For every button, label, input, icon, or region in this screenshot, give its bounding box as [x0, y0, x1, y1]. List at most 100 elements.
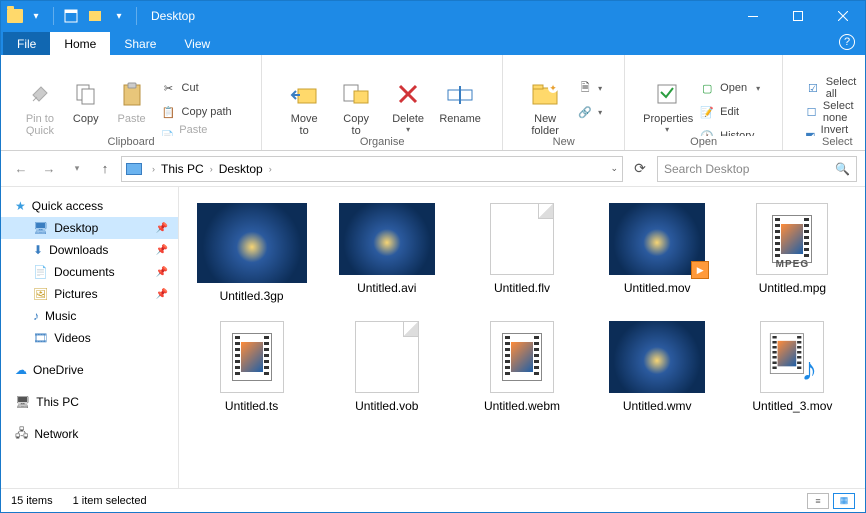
- file-label: Untitled.webm: [459, 399, 584, 413]
- file-label: Untitled.vob: [324, 399, 449, 413]
- view-details-button[interactable]: ≡: [807, 493, 829, 509]
- navigation-pane: ★Quick access 🖥Desktop📌⬇Downloads📌📄Docum…: [1, 187, 179, 488]
- cloud-icon: ☁: [15, 363, 27, 377]
- copy-button[interactable]: Copy: [65, 75, 107, 125]
- file-item[interactable]: ♪Untitled_3.mov: [730, 321, 855, 413]
- monitor-icon: 🖥: [33, 221, 48, 235]
- body: ★Quick access 🖥Desktop📌⬇Downloads📌📄Docum…: [1, 187, 865, 488]
- nav-item-documents[interactable]: 📄Documents📌: [1, 261, 178, 283]
- document-icon: 📄: [33, 265, 48, 279]
- play-icon: ▶: [691, 261, 709, 279]
- selectnone-button[interactable]: ☐Select none: [801, 101, 866, 123]
- minimize-button[interactable]: [730, 1, 775, 31]
- qat-dropdown[interactable]: ▾: [25, 5, 47, 27]
- file-label: Untitled.flv: [459, 281, 584, 295]
- nav-item-desktop[interactable]: 🖥Desktop📌: [1, 217, 178, 239]
- qat-newfolder-icon[interactable]: [84, 5, 106, 27]
- edit-icon: 📝: [699, 104, 715, 120]
- properties-button[interactable]: Properties▾: [643, 75, 691, 134]
- copy-icon: [65, 77, 107, 111]
- file-item[interactable]: Untitled.webm: [459, 321, 584, 413]
- paste-icon: [111, 77, 153, 111]
- help-icon[interactable]: ?: [839, 34, 855, 50]
- newfolder-button[interactable]: ✦New folder: [521, 75, 569, 136]
- moveto-button[interactable]: Move to▾: [280, 75, 328, 136]
- up-button[interactable]: ↑: [93, 157, 117, 181]
- pasteshortcut-button[interactable]: 📄Paste shortcut: [157, 125, 244, 136]
- file-item[interactable]: Untitled.3gp: [189, 203, 314, 303]
- group-label-open: Open: [633, 136, 774, 150]
- rename-button[interactable]: Rename: [436, 75, 484, 125]
- moveto-icon: [280, 77, 328, 111]
- crumb-desktop[interactable]: Desktop: [219, 162, 263, 176]
- file-pane[interactable]: Untitled.3gpUntitled.avi Untitled.flv ▶ Unt…: [179, 187, 865, 488]
- quick-access-toolbar: ▾ ▾: [1, 5, 130, 27]
- search-placeholder: Search Desktop: [664, 162, 749, 176]
- file-item[interactable]: ▶ Untitled.mov: [595, 203, 720, 303]
- delete-button[interactable]: Delete▾: [384, 75, 432, 134]
- open-icon: ▢: [699, 80, 715, 96]
- tab-home[interactable]: Home: [50, 32, 110, 55]
- qat-dropdown2[interactable]: ▾: [108, 5, 130, 27]
- search-box[interactable]: Search Desktop 🔍: [657, 156, 857, 182]
- copyto-button[interactable]: Copy to▾: [332, 75, 380, 136]
- file-label: Untitled_3.mov: [730, 399, 855, 413]
- nav-network[interactable]: 🖧Network: [1, 423, 178, 445]
- group-label-select: Select: [791, 136, 866, 150]
- file-item[interactable]: Untitled.ts: [189, 321, 314, 413]
- back-button[interactable]: ←: [9, 157, 33, 181]
- pin-quickaccess-button[interactable]: Pin to Quick access: [19, 75, 61, 136]
- open-button[interactable]: ▢Open▾: [695, 77, 764, 99]
- file-item[interactable]: Untitled.wmv: [595, 321, 720, 413]
- copypath-button[interactable]: 📋Copy path: [157, 101, 244, 123]
- tab-share[interactable]: Share: [110, 32, 170, 55]
- file-label: Untitled.wmv: [595, 399, 720, 413]
- file-item[interactable]: Untitled.flv: [459, 203, 584, 303]
- selectall-button[interactable]: ☑Select all: [801, 77, 866, 99]
- file-item[interactable]: Untitled.avi: [324, 203, 449, 303]
- maximize-button[interactable]: [775, 1, 820, 31]
- crumb-thispc[interactable]: This PC: [161, 162, 204, 176]
- recent-dropdown[interactable]: ▾: [65, 157, 89, 181]
- pin-icon: [19, 77, 61, 111]
- qat-properties-icon[interactable]: [60, 5, 82, 27]
- pin-icon: 📌: [156, 267, 168, 278]
- nav-quickaccess[interactable]: ★Quick access: [1, 195, 178, 217]
- svg-text:✦: ✦: [549, 83, 557, 93]
- nav-thispc[interactable]: 🖥This PC: [1, 391, 178, 413]
- nav-item-pictures[interactable]: 🖼Pictures📌: [1, 283, 178, 305]
- invertselection-button[interactable]: ◩Invert selection: [801, 125, 866, 136]
- newitem-button[interactable]: 🗎▾: [573, 77, 606, 99]
- window-title: Desktop: [151, 9, 195, 23]
- nav-item-videos[interactable]: 🎞Videos: [1, 327, 178, 349]
- forward-button[interactable]: →: [37, 157, 61, 181]
- view-icons-button[interactable]: ▦: [833, 493, 855, 509]
- folder-icon: [7, 9, 23, 23]
- status-count: 15 items: [11, 495, 53, 507]
- file-label: Untitled.mov: [595, 281, 720, 295]
- nav-onedrive[interactable]: ☁OneDrive: [1, 359, 178, 381]
- easyaccess-button[interactable]: 🔗▾: [573, 101, 606, 123]
- tab-file[interactable]: File: [3, 32, 50, 55]
- nav-item-music[interactable]: ♪Music: [1, 305, 178, 327]
- close-button[interactable]: [820, 1, 865, 31]
- cut-button[interactable]: ✂Cut: [157, 77, 244, 99]
- breadcrumb[interactable]: › This PC › Desktop › ⌄: [121, 156, 623, 182]
- history-button[interactable]: 🕐History: [695, 125, 764, 136]
- ribbon: Pin to Quick access Copy Paste ✂Cut 📋Cop…: [1, 55, 865, 151]
- address-dropdown[interactable]: ⌄: [610, 163, 618, 174]
- edit-button[interactable]: 📝Edit: [695, 101, 764, 123]
- file-label: Untitled.mpg: [730, 281, 855, 295]
- refresh-button[interactable]: ⟳: [627, 156, 653, 182]
- ribbon-group-organise: Move to▾ Copy to▾ Delete▾ Rename Organis…: [262, 55, 503, 150]
- pin-icon: 📌: [156, 223, 168, 234]
- history-icon: 🕐: [699, 128, 715, 136]
- ribbon-group-new: ✦New folder 🗎▾ 🔗▾ New: [503, 55, 625, 150]
- pasteshortcut-icon: 📄: [161, 128, 175, 136]
- file-item[interactable]: MPEGUntitled.mpg: [730, 203, 855, 303]
- tab-view[interactable]: View: [170, 32, 224, 55]
- paste-button[interactable]: Paste: [111, 75, 153, 125]
- file-item[interactable]: Untitled.vob: [324, 321, 449, 413]
- nav-item-downloads[interactable]: ⬇Downloads📌: [1, 239, 178, 261]
- network-icon: 🖧: [15, 424, 28, 445]
